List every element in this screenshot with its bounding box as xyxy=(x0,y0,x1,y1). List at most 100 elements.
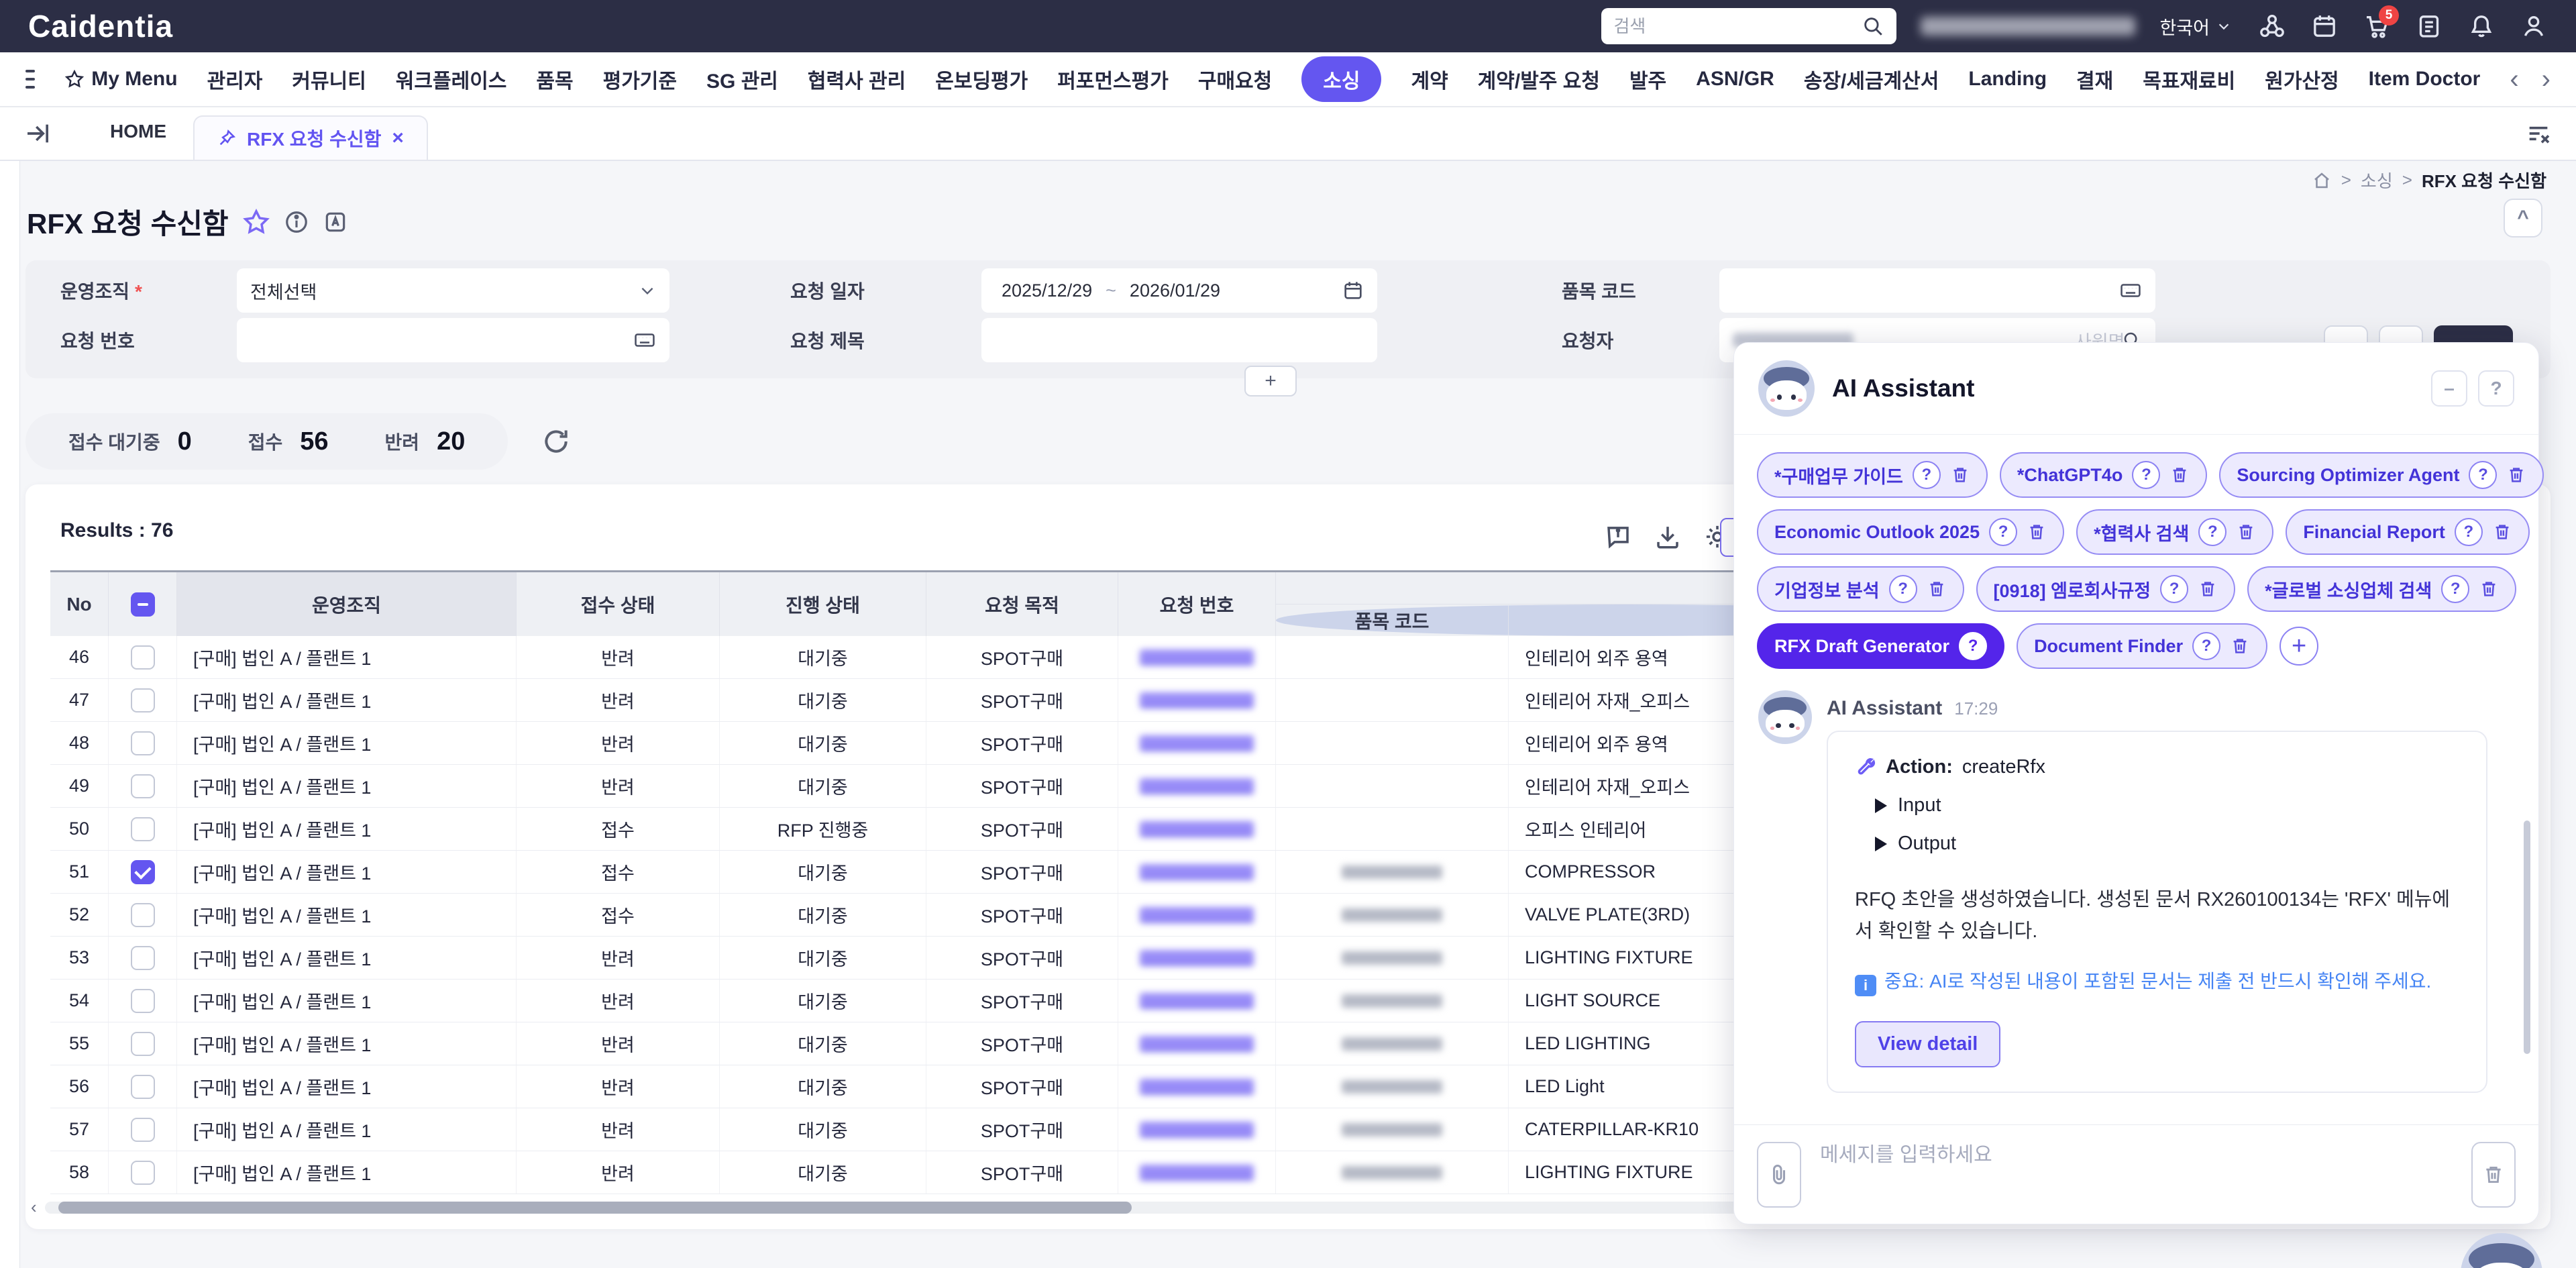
row-checkbox[interactable] xyxy=(131,731,155,755)
chip-help-icon[interactable]: ? xyxy=(2441,575,2469,603)
row-checkbox[interactable] xyxy=(131,817,155,841)
menu-item-6[interactable]: SG 관리 xyxy=(706,64,778,94)
chip-help-icon[interactable]: ? xyxy=(2469,461,2497,489)
row-checkbox[interactable] xyxy=(131,903,155,927)
request-no-link-masked[interactable] xyxy=(1140,821,1254,837)
table-row[interactable]: 48[구매] 법인 A / 플랜트 1반려대기중SPOT구매인테리어 외주 용역 xyxy=(50,722,1980,765)
menu-item-5[interactable]: 평가기준 xyxy=(603,64,677,94)
request-no-link-masked[interactable] xyxy=(1140,735,1254,751)
keyboard-icon[interactable] xyxy=(633,329,656,352)
status-stat[interactable]: 반려20 xyxy=(385,427,466,456)
agent-chip[interactable]: *구매업무 가이드? xyxy=(1757,452,1988,498)
close-all-tabs-icon[interactable] xyxy=(2525,120,2552,147)
col-progress-status[interactable]: 진행 상태 xyxy=(720,572,926,636)
org-select[interactable]: 전체선택 xyxy=(237,268,669,313)
global-search-input[interactable] xyxy=(1613,16,1862,37)
language-selector[interactable]: 한국어 xyxy=(2159,13,2231,40)
menu-item-21[interactable]: Item Doctor xyxy=(2369,68,2481,91)
table-row[interactable]: 55[구매] 법인 A / 플랜트 1반려대기중SPOT구매LED LIGHTI… xyxy=(50,1022,1980,1065)
user-icon[interactable] xyxy=(2520,12,2548,40)
chip-help-icon[interactable]: ? xyxy=(2132,461,2160,489)
menu-item-my-menu[interactable]: My Menu xyxy=(64,68,177,91)
table-row[interactable]: 53[구매] 법인 A / 플랜트 1반려대기중SPOT구매LIGHTING F… xyxy=(50,937,1980,980)
agent-chip[interactable]: 기업정보 분석? xyxy=(1757,566,1964,612)
refresh-icon[interactable] xyxy=(540,425,572,458)
request-no-link-masked[interactable] xyxy=(1140,907,1254,923)
chip-help-icon[interactable]: ? xyxy=(2160,575,2188,603)
trash-icon[interactable] xyxy=(2027,522,2047,542)
request-no-link-masked[interactable] xyxy=(1140,1122,1254,1138)
table-row[interactable]: 54[구매] 법인 A / 플랜트 1반려대기중SPOT구매LIGHT SOUR… xyxy=(50,980,1980,1022)
request-no-link-masked[interactable] xyxy=(1140,950,1254,966)
table-row[interactable]: 51[구매] 법인 A / 플랜트 1접수대기중SPOT구매COMPRESSOR xyxy=(50,851,1980,894)
calendar-icon[interactable] xyxy=(1342,280,1364,301)
scroll-left-icon[interactable]: ‹ xyxy=(31,1197,37,1218)
menu-item-3[interactable]: 워크플레이스 xyxy=(396,64,507,94)
menu-item-7[interactable]: 협력사 관리 xyxy=(808,64,906,94)
col-org[interactable]: 운영조직 xyxy=(177,572,517,636)
request-no-input[interactable] xyxy=(237,318,669,362)
col-no[interactable]: No xyxy=(50,572,109,636)
menu-item-11[interactable]: 소싱 xyxy=(1301,56,1381,102)
agent-chip[interactable]: *협력사 검색? xyxy=(2076,509,2273,555)
col-request-purpose[interactable]: 요청 목적 xyxy=(926,572,1118,636)
trash-icon[interactable] xyxy=(1927,579,1947,599)
menu-scroll-left-icon[interactable]: ‹ xyxy=(2510,66,2518,93)
trash-icon[interactable] xyxy=(2236,522,2256,542)
table-row[interactable]: 57[구매] 법인 A / 플랜트 1반려대기중SPOT구매CATERPILLA… xyxy=(50,1108,1980,1151)
agent-chip[interactable]: Sourcing Optimizer Agent? xyxy=(2219,452,2544,498)
search-icon[interactable] xyxy=(1862,15,1884,38)
menu-item-4[interactable]: 품목 xyxy=(536,64,573,94)
menu-item-13[interactable]: 계약/발주 요청 xyxy=(1478,64,1600,94)
agent-chip[interactable]: Financial Report? xyxy=(2286,509,2530,555)
request-no-link-masked[interactable] xyxy=(1140,864,1254,880)
menu-item-10[interactable]: 구매요청 xyxy=(1198,64,1272,94)
minimize-button[interactable]: – xyxy=(2431,370,2467,407)
global-search[interactable] xyxy=(1601,8,1896,44)
calendar-icon[interactable] xyxy=(2310,12,2339,40)
home-icon[interactable] xyxy=(2312,170,2332,191)
row-checkbox[interactable] xyxy=(131,946,155,970)
chip-help-icon[interactable]: ? xyxy=(1959,632,1987,660)
menu-scroll-right-icon[interactable]: › xyxy=(2542,66,2551,93)
hamburger-menu-icon[interactable] xyxy=(25,70,35,89)
table-row[interactable]: 46[구매] 법인 A / 플랜트 1반려대기중SPOT구매인테리어 외주 용역 xyxy=(50,636,1980,679)
agent-chip[interactable]: Document Finder? xyxy=(2017,623,2267,669)
scrollbar-thumb[interactable] xyxy=(58,1202,1132,1214)
table-row[interactable]: 58[구매] 법인 A / 플랜트 1반려대기중SPOT구매LIGHTING F… xyxy=(50,1151,1980,1194)
collapse-filter-button[interactable]: ^ xyxy=(2504,199,2542,237)
org-network-icon[interactable] xyxy=(2258,12,2286,40)
request-no-link-masked[interactable] xyxy=(1140,649,1254,666)
sidebar-expand-icon[interactable] xyxy=(24,120,51,147)
select-all-checkbox[interactable] xyxy=(131,592,155,617)
chip-help-icon[interactable]: ? xyxy=(2198,518,2226,546)
chip-help-icon[interactable]: ? xyxy=(1989,518,2017,546)
table-row[interactable]: 52[구매] 법인 A / 플랜트 1접수대기중SPOT구매VALVE PLAT… xyxy=(50,894,1980,937)
ai-message-input[interactable] xyxy=(1820,1144,2453,1167)
row-checkbox[interactable] xyxy=(131,1075,155,1099)
agent-chip[interactable]: *ChatGPT4o? xyxy=(2000,452,2208,498)
cart-icon[interactable]: 5 xyxy=(2363,12,2391,40)
add-agent-button[interactable]: + xyxy=(2279,627,2318,666)
expand-filter-button[interactable]: + xyxy=(1244,366,1297,397)
menu-item-18[interactable]: 결재 xyxy=(2076,64,2113,94)
menu-item-2[interactable]: 커뮤니티 xyxy=(292,64,366,94)
row-checkbox[interactable] xyxy=(131,1118,155,1142)
menu-item-16[interactable]: 송장/세금계산서 xyxy=(1804,64,1939,94)
request-no-link-masked[interactable] xyxy=(1140,1079,1254,1095)
request-no-link-masked[interactable] xyxy=(1140,778,1254,794)
manual-icon[interactable] xyxy=(323,209,348,235)
trash-icon[interactable] xyxy=(2479,579,2499,599)
request-title-input[interactable] xyxy=(981,318,1377,362)
chip-help-icon[interactable]: ? xyxy=(1913,461,1941,489)
trash-icon[interactable] xyxy=(2506,465,2526,485)
row-checkbox[interactable] xyxy=(131,645,155,670)
chip-help-icon[interactable]: ? xyxy=(2455,518,2483,546)
request-no-link-masked[interactable] xyxy=(1140,1036,1254,1052)
col-item-code[interactable]: 품목 코드 xyxy=(1276,604,1509,636)
favorite-star-icon[interactable] xyxy=(242,208,270,236)
menu-item-20[interactable]: 원가산정 xyxy=(2265,64,2339,94)
col-request-no[interactable]: 요청 번호 xyxy=(1118,572,1276,636)
menu-item-19[interactable]: 목표재료비 xyxy=(2143,64,2235,94)
chip-help-icon[interactable]: ? xyxy=(1889,575,1917,603)
